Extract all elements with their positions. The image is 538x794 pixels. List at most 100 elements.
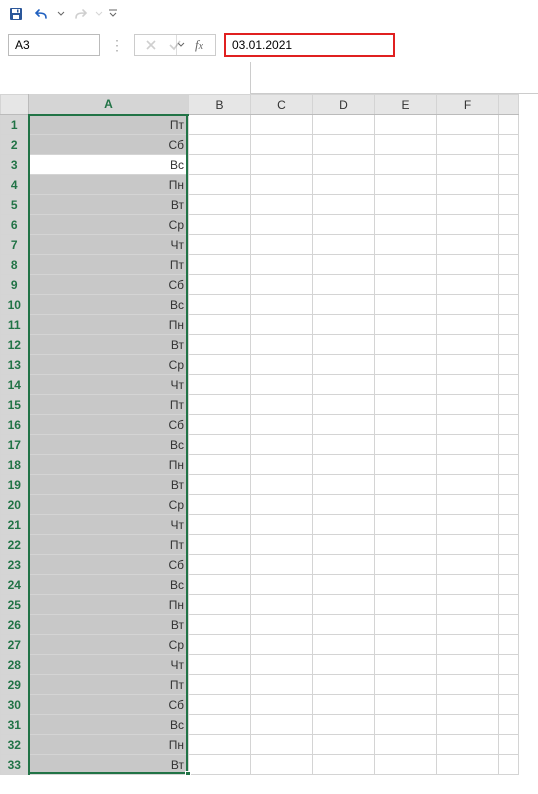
- cell[interactable]: Пт: [29, 255, 189, 275]
- cell[interactable]: [313, 415, 375, 435]
- cell[interactable]: [251, 295, 313, 315]
- cell[interactable]: Вс: [29, 715, 189, 735]
- cell[interactable]: [437, 115, 499, 135]
- cell[interactable]: [499, 135, 519, 155]
- cell[interactable]: Сб: [29, 415, 189, 435]
- cell[interactable]: [499, 455, 519, 475]
- cell[interactable]: [499, 115, 519, 135]
- cancel-button[interactable]: [141, 35, 161, 55]
- cell[interactable]: [437, 735, 499, 755]
- cell[interactable]: Вт: [29, 615, 189, 635]
- cell[interactable]: [189, 615, 251, 635]
- cell[interactable]: [375, 575, 437, 595]
- cell[interactable]: [189, 135, 251, 155]
- cell[interactable]: [313, 315, 375, 335]
- cell[interactable]: [499, 295, 519, 315]
- cell[interactable]: [437, 215, 499, 235]
- cell[interactable]: [313, 195, 375, 215]
- cell[interactable]: [375, 655, 437, 675]
- cell[interactable]: [375, 235, 437, 255]
- cell[interactable]: [375, 375, 437, 395]
- cell[interactable]: [375, 455, 437, 475]
- row-header[interactable]: 5: [1, 195, 29, 215]
- cell[interactable]: Чт: [29, 235, 189, 255]
- cell[interactable]: [437, 375, 499, 395]
- cell[interactable]: [375, 535, 437, 555]
- cell[interactable]: [251, 455, 313, 475]
- cell[interactable]: [437, 595, 499, 615]
- cell[interactable]: [499, 395, 519, 415]
- cell[interactable]: [189, 675, 251, 695]
- cell[interactable]: [313, 335, 375, 355]
- cell[interactable]: [499, 595, 519, 615]
- cell[interactable]: [251, 135, 313, 155]
- cell[interactable]: [189, 735, 251, 755]
- cell[interactable]: [313, 735, 375, 755]
- cell[interactable]: Ср: [29, 635, 189, 655]
- cell[interactable]: [437, 755, 499, 775]
- row-header[interactable]: 17: [1, 435, 29, 455]
- cell[interactable]: [437, 715, 499, 735]
- cell[interactable]: [189, 575, 251, 595]
- fill-handle[interactable]: [185, 771, 191, 776]
- cell[interactable]: [313, 135, 375, 155]
- column-header-a[interactable]: A: [29, 95, 189, 115]
- cell[interactable]: [251, 715, 313, 735]
- cell[interactable]: [251, 235, 313, 255]
- cell[interactable]: [375, 335, 437, 355]
- cell[interactable]: [251, 555, 313, 575]
- cell[interactable]: [499, 255, 519, 275]
- cell[interactable]: [375, 215, 437, 235]
- cell[interactable]: [375, 415, 437, 435]
- cell[interactable]: [375, 615, 437, 635]
- cell[interactable]: [375, 295, 437, 315]
- cell[interactable]: [437, 535, 499, 555]
- row-header[interactable]: 6: [1, 215, 29, 235]
- cell[interactable]: Ср: [29, 215, 189, 235]
- row-header[interactable]: 12: [1, 335, 29, 355]
- cell[interactable]: [499, 715, 519, 735]
- cell[interactable]: [499, 755, 519, 775]
- cell[interactable]: [313, 715, 375, 735]
- cell[interactable]: [437, 155, 499, 175]
- row-header[interactable]: 13: [1, 355, 29, 375]
- cell[interactable]: [189, 595, 251, 615]
- cell[interactable]: [313, 515, 375, 535]
- cell[interactable]: [437, 435, 499, 455]
- row-header[interactable]: 16: [1, 415, 29, 435]
- cell[interactable]: [437, 575, 499, 595]
- cell[interactable]: [313, 555, 375, 575]
- save-button[interactable]: [4, 2, 28, 26]
- column-header-e[interactable]: E: [375, 95, 437, 115]
- cell[interactable]: [499, 475, 519, 495]
- row-header[interactable]: 25: [1, 595, 29, 615]
- cell[interactable]: [189, 115, 251, 135]
- cell[interactable]: [313, 455, 375, 475]
- cell[interactable]: [375, 355, 437, 375]
- cell[interactable]: [499, 215, 519, 235]
- cell[interactable]: [375, 395, 437, 415]
- cell[interactable]: [437, 335, 499, 355]
- row-header[interactable]: 29: [1, 675, 29, 695]
- cell[interactable]: [251, 315, 313, 335]
- cell[interactable]: [251, 335, 313, 355]
- cell[interactable]: [251, 375, 313, 395]
- column-header-f[interactable]: F: [437, 95, 499, 115]
- cell[interactable]: [313, 635, 375, 655]
- cell[interactable]: [251, 215, 313, 235]
- cell[interactable]: Пн: [29, 175, 189, 195]
- cell[interactable]: [313, 595, 375, 615]
- cell[interactable]: [189, 515, 251, 535]
- cell[interactable]: [499, 175, 519, 195]
- row-header[interactable]: 3: [1, 155, 29, 175]
- cell[interactable]: [189, 475, 251, 495]
- cell[interactable]: Сб: [29, 135, 189, 155]
- cell[interactable]: [437, 635, 499, 655]
- cell[interactable]: [437, 175, 499, 195]
- cell[interactable]: [375, 735, 437, 755]
- cell[interactable]: [251, 635, 313, 655]
- cell[interactable]: [251, 355, 313, 375]
- cell[interactable]: [251, 735, 313, 755]
- row-header[interactable]: 9: [1, 275, 29, 295]
- cell[interactable]: [375, 475, 437, 495]
